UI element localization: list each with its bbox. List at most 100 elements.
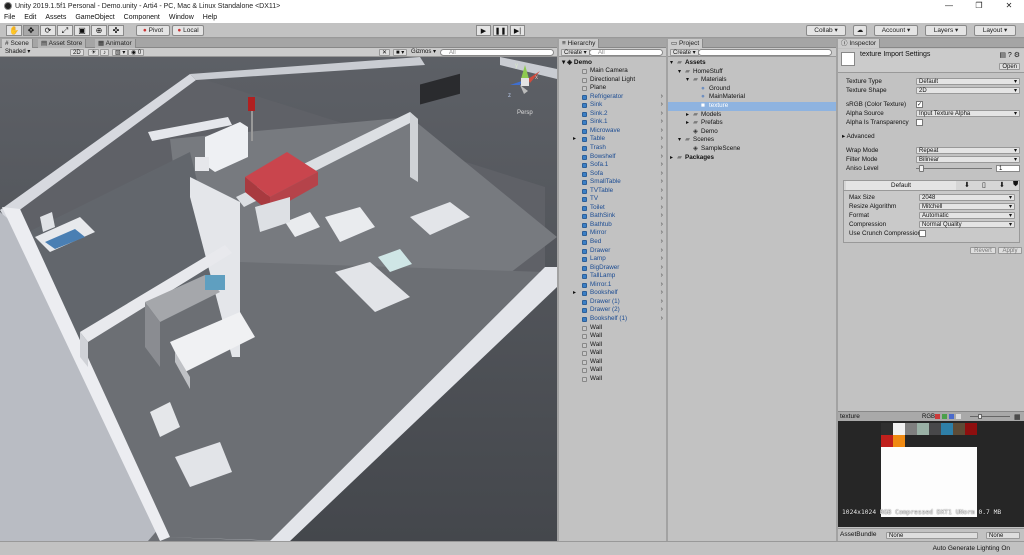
cloud-button[interactable]: ☁ bbox=[853, 25, 867, 36]
expand-arrow-icon[interactable]: ▸ bbox=[573, 289, 576, 298]
hierarchy-item[interactable]: Sofa › bbox=[559, 170, 666, 179]
platform-standalone-icon[interactable]: ⬇ bbox=[964, 181, 970, 189]
scale-tool-icon[interactable]: ⤢ bbox=[57, 25, 73, 36]
prefab-open-arrow-icon[interactable]: › bbox=[661, 178, 663, 187]
prefab-open-arrow-icon[interactable]: › bbox=[661, 247, 663, 256]
hierarchy-search-input[interactable]: All bbox=[589, 49, 663, 56]
hierarchy-item[interactable]: Microwave › bbox=[559, 127, 666, 136]
menu-file[interactable]: File bbox=[4, 14, 15, 21]
compression-dropdown[interactable]: Normal Quality bbox=[919, 221, 1015, 228]
texture-shape-dropdown[interactable]: 2D bbox=[916, 87, 1020, 94]
project-item[interactable]: ■ texture bbox=[668, 102, 836, 111]
tree-toggle-icon[interactable]: ▾ bbox=[678, 136, 681, 145]
mode-2d-button[interactable]: 2D bbox=[70, 49, 84, 56]
tab-inspector[interactable]: ⓘ Inspector bbox=[838, 39, 881, 48]
prefab-open-arrow-icon[interactable]: › bbox=[661, 170, 663, 179]
tree-toggle-icon[interactable]: ▸ bbox=[670, 154, 673, 163]
maximize-button[interactable]: ❐ bbox=[964, 0, 994, 12]
tab-scene[interactable]: # Scene bbox=[2, 39, 33, 48]
prefab-open-arrow-icon[interactable]: › bbox=[661, 127, 663, 136]
hierarchy-item[interactable]: TVTable › bbox=[559, 187, 666, 196]
advanced-foldout[interactable]: ▸ Advanced bbox=[839, 132, 1020, 141]
preview-channel-b-icon[interactable] bbox=[949, 414, 954, 419]
mip-slider-handle[interactable] bbox=[978, 414, 982, 419]
scene-search-input[interactable]: All bbox=[440, 49, 554, 56]
tools-settings-icon[interactable]: ✕ bbox=[379, 49, 391, 56]
prefab-open-arrow-icon[interactable]: › bbox=[661, 255, 663, 264]
prefab-open-arrow-icon[interactable]: › bbox=[661, 238, 663, 247]
pause-button[interactable]: ❚❚ bbox=[493, 25, 508, 36]
tab-asset-store[interactable]: ▤ Asset Store bbox=[38, 39, 87, 48]
layers-button[interactable]: Layers ▾ bbox=[925, 25, 967, 36]
prefab-open-arrow-icon[interactable]: › bbox=[661, 212, 663, 221]
preview-channel-a-icon[interactable] bbox=[956, 414, 961, 419]
hierarchy-item[interactable]: SmallTable › bbox=[559, 178, 666, 187]
menu-assets[interactable]: Assets bbox=[45, 14, 66, 21]
aniso-slider-track[interactable] bbox=[916, 168, 992, 169]
hierarchy-item[interactable]: Wall bbox=[559, 375, 666, 384]
project-create-button[interactable]: Create ▾ bbox=[670, 49, 699, 56]
prefab-open-arrow-icon[interactable]: › bbox=[661, 153, 663, 162]
hierarchy-item[interactable]: ▸ Table › bbox=[559, 135, 666, 144]
hierarchy-item[interactable]: Directional Light bbox=[559, 76, 666, 85]
collab-button[interactable]: Collab ▾ bbox=[806, 25, 846, 36]
hierarchy-item[interactable]: Plane bbox=[559, 84, 666, 93]
platform-html5-icon[interactable]: ⛊ bbox=[1013, 181, 1018, 189]
hierarchy-item[interactable]: Bed › bbox=[559, 238, 666, 247]
mip-icon[interactable]: ▦ bbox=[1014, 413, 1021, 421]
prefab-open-arrow-icon[interactable]: › bbox=[661, 161, 663, 170]
transform-tool-icon[interactable]: ⊕ bbox=[91, 25, 107, 36]
project-item[interactable]: ▸ ▰ Packages bbox=[668, 154, 836, 163]
hierarchy-item[interactable]: TV › bbox=[559, 195, 666, 204]
hierarchy-item[interactable]: Toilet › bbox=[559, 204, 666, 213]
prefab-open-arrow-icon[interactable]: › bbox=[661, 315, 663, 324]
prefab-open-arrow-icon[interactable]: › bbox=[661, 101, 663, 110]
shading-dropdown[interactable]: Shaded ▾ bbox=[3, 49, 65, 56]
prefab-open-arrow-icon[interactable]: › bbox=[661, 144, 663, 153]
platform-webgl-icon[interactable]: ⬇ bbox=[999, 181, 1005, 189]
prefab-open-arrow-icon[interactable]: › bbox=[661, 195, 663, 204]
hierarchy-root-row[interactable]: ▾ ◈ Demo bbox=[559, 58, 666, 67]
rect-tool-icon[interactable]: ▣ bbox=[74, 25, 90, 36]
prefab-open-arrow-icon[interactable]: › bbox=[661, 264, 663, 273]
hierarchy-item[interactable]: ▸ Bookshelf › bbox=[559, 289, 666, 298]
mip-slider-track[interactable] bbox=[970, 416, 1010, 417]
expand-arrow-icon[interactable]: ▸ bbox=[573, 135, 576, 144]
hierarchy-item[interactable]: Wall bbox=[559, 324, 666, 333]
prefab-open-arrow-icon[interactable]: › bbox=[661, 118, 663, 127]
hierarchy-item[interactable]: Wall bbox=[559, 349, 666, 358]
hierarchy-item[interactable]: Mirror.1 › bbox=[559, 281, 666, 290]
account-button[interactable]: Account ▾ bbox=[874, 25, 918, 36]
project-item[interactable]: ● Ground bbox=[668, 85, 836, 94]
tree-toggle-icon[interactable]: ▾ bbox=[678, 68, 681, 77]
pivot-button[interactable]: ● Pivot bbox=[136, 25, 170, 36]
menu-edit[interactable]: Edit bbox=[24, 14, 36, 21]
open-button[interactable]: Open bbox=[999, 63, 1020, 70]
layout-button[interactable]: Layout ▾ bbox=[974, 25, 1016, 36]
max-size-dropdown[interactable]: 2048 bbox=[919, 194, 1015, 201]
hierarchy-item[interactable]: Bowshelf › bbox=[559, 153, 666, 162]
move-tool-icon[interactable]: ✥ bbox=[23, 25, 39, 36]
tree-toggle-icon[interactable]: ▾ bbox=[686, 76, 689, 85]
hierarchy-item[interactable]: Trash › bbox=[559, 144, 666, 153]
hierarchy-item[interactable]: Lamp › bbox=[559, 255, 666, 264]
hierarchy-item[interactable]: Bookshelf (1) › bbox=[559, 315, 666, 324]
effects-icon[interactable]: ▧ ▾ bbox=[112, 49, 129, 56]
wrap-mode-dropdown[interactable]: Repeat bbox=[916, 147, 1020, 154]
preview-channel-g-icon[interactable] bbox=[942, 414, 947, 419]
menu-help[interactable]: Help bbox=[203, 14, 217, 21]
step-button[interactable]: ▶| bbox=[510, 25, 525, 36]
menu-gameobject[interactable]: GameObject bbox=[75, 14, 114, 21]
assetbundle-variant-dropdown[interactable]: None bbox=[986, 532, 1020, 539]
hierarchy-item[interactable]: Bathtub › bbox=[559, 221, 666, 230]
hierarchy-item[interactable]: TallLamp › bbox=[559, 272, 666, 281]
texture-type-dropdown[interactable]: Default bbox=[916, 78, 1020, 85]
hierarchy-item[interactable]: Mirror › bbox=[559, 229, 666, 238]
close-button[interactable]: ✕ bbox=[994, 0, 1024, 12]
prefab-open-arrow-icon[interactable]: › bbox=[661, 229, 663, 238]
project-item[interactable]: ◈ Demo bbox=[668, 128, 836, 137]
project-item[interactable]: ▾ ▰ HomeStuff bbox=[668, 68, 836, 77]
prefab-open-arrow-icon[interactable]: › bbox=[661, 306, 663, 315]
hierarchy-item[interactable]: Wall bbox=[559, 332, 666, 341]
prefab-open-arrow-icon[interactable]: › bbox=[661, 135, 663, 144]
